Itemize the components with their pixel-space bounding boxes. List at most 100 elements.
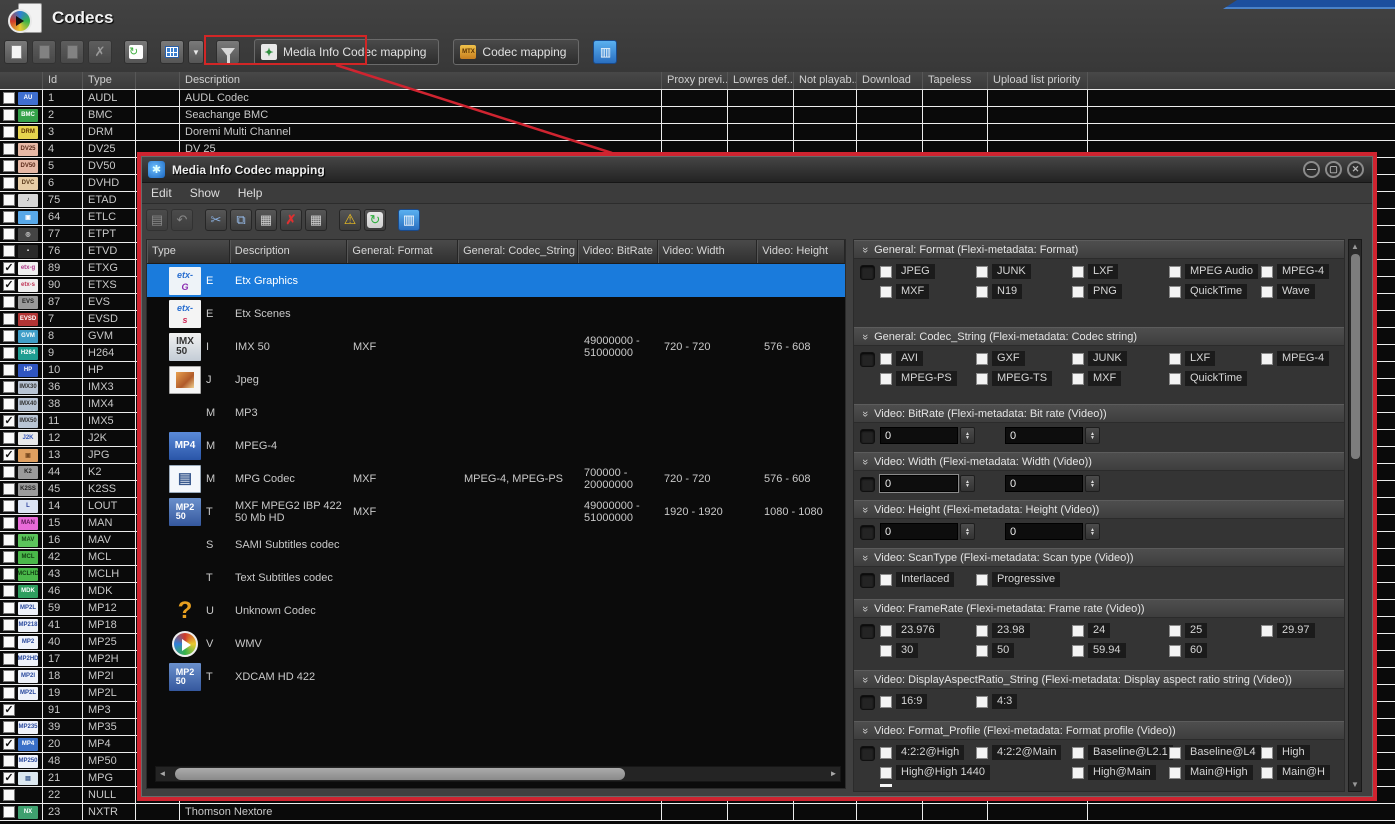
row-checkbox[interactable]: ✓ [3, 449, 15, 461]
option-checkbox[interactable] [880, 286, 892, 298]
group-checkbox[interactable] [860, 429, 875, 444]
spinner-up-down-icon[interactable]: ▲▼ [1085, 523, 1100, 540]
option-checkbox[interactable] [880, 373, 892, 385]
option-checkbox[interactable] [1072, 353, 1084, 365]
option-checkbox[interactable] [976, 373, 988, 385]
menu-show[interactable]: Show [181, 184, 229, 202]
spinner-up-down-icon[interactable]: ▲▼ [960, 475, 975, 492]
collapse-chevron-icon[interactable]: » [859, 246, 871, 252]
refresh-button[interactable]: ↻ [124, 40, 148, 64]
mapping-column-header[interactable]: Video: Height [757, 240, 845, 263]
table-row[interactable]: DRM3DRMDoremi Multi Channel [0, 124, 1395, 141]
row-checkbox[interactable] [3, 211, 15, 223]
collapse-chevron-icon[interactable]: » [859, 410, 871, 416]
column-header[interactable]: Tapeless [923, 72, 988, 89]
option-checkbox[interactable] [1169, 266, 1181, 278]
spinner-up-down-icon[interactable]: ▲▼ [960, 523, 975, 540]
option-checkbox[interactable] [976, 747, 988, 759]
option-checkbox[interactable] [976, 353, 988, 365]
undo-button[interactable]: ↶ [171, 209, 193, 231]
table-edit-button[interactable]: ▦ [305, 209, 327, 231]
column-header[interactable]: Id [43, 72, 83, 89]
row-checkbox[interactable] [3, 126, 15, 138]
group-checkbox[interactable] [860, 695, 875, 710]
column-header[interactable] [0, 72, 43, 89]
view-dropdown-button[interactable]: ▼ [188, 40, 204, 64]
row-checkbox[interactable] [3, 177, 15, 189]
range-max-input[interactable] [1005, 427, 1083, 444]
mapping-column-header[interactable]: Video: Width [658, 240, 758, 263]
column-header[interactable] [1088, 72, 1395, 89]
menu-edit[interactable]: Edit [142, 184, 181, 202]
collapse-chevron-icon[interactable]: » [859, 676, 871, 682]
column-header[interactable] [136, 72, 180, 89]
section-header[interactable]: »Video: BitRate (Flexi-metadata: Bit rat… [854, 404, 1344, 423]
mapping-table-row[interactable]: IMX50IIMX 50MXF49000000 - 51000000720 - … [147, 330, 845, 363]
option-checkbox[interactable] [1261, 266, 1273, 278]
row-checkbox[interactable] [3, 313, 15, 325]
option-checkbox[interactable] [1072, 373, 1084, 385]
scroll-left-arrow-icon[interactable]: ◄ [156, 767, 169, 781]
row-checkbox[interactable] [3, 330, 15, 342]
row-checkbox[interactable]: ✓ [3, 704, 15, 716]
row-checkbox[interactable] [3, 347, 15, 359]
option-checkbox[interactable] [976, 645, 988, 657]
collapse-chevron-icon[interactable]: » [859, 554, 871, 560]
vertical-scroll-thumb[interactable] [1351, 254, 1360, 459]
copy-button-dialog[interactable]: ⧉ [230, 209, 252, 231]
row-checkbox[interactable] [3, 143, 15, 155]
option-checkbox[interactable] [1169, 625, 1181, 637]
row-checkbox[interactable] [3, 789, 15, 801]
mapping-table-row[interactable]: MMP3 [147, 396, 845, 429]
delete-button[interactable]: ✗ [88, 40, 112, 64]
group-checkbox[interactable] [860, 477, 875, 492]
mapping-column-header[interactable]: General: Codec_String [458, 240, 578, 263]
range-max-input[interactable] [1005, 475, 1083, 492]
section-header[interactable]: »Video: FrameRate (Flexi-metadata: Frame… [854, 599, 1344, 618]
option-checkbox[interactable] [1072, 645, 1084, 657]
grid-view-button[interactable] [160, 40, 184, 64]
mapping-table-row[interactable]: VWMV [147, 627, 845, 660]
row-checkbox[interactable] [3, 534, 15, 546]
horizontal-scroll-thumb[interactable] [175, 768, 625, 780]
option-checkbox[interactable] [880, 645, 892, 657]
mapping-table-row[interactable]: JJpeg [147, 363, 845, 396]
row-checkbox[interactable] [3, 92, 15, 104]
mapping-table-row[interactable]: TText Subtitles codec [147, 561, 845, 594]
collapse-chevron-icon[interactable]: » [859, 727, 871, 733]
scroll-down-arrow-icon[interactable]: ▼ [1349, 780, 1361, 789]
row-checkbox[interactable] [3, 670, 15, 682]
column-header[interactable]: Download [857, 72, 923, 89]
film-id-button[interactable]: ▥ [593, 40, 617, 64]
spinner-up-down-icon[interactable]: ▲▼ [1085, 475, 1100, 492]
scroll-right-arrow-icon[interactable]: ► [827, 767, 840, 781]
column-header[interactable]: Proxy previ... [662, 72, 728, 89]
cut-button[interactable]: ✂ [205, 209, 227, 231]
row-checkbox[interactable]: ✓ [3, 279, 15, 291]
column-header[interactable]: Type [83, 72, 136, 89]
mapping-table-row[interactable]: MP250TXDCAM HD 422 [147, 660, 845, 693]
option-checkbox[interactable] [1072, 266, 1084, 278]
group-checkbox[interactable] [860, 525, 875, 540]
option-checkbox[interactable] [1261, 747, 1273, 759]
collapse-chevron-icon[interactable]: » [859, 605, 871, 611]
section-header[interactable]: »Video: Height (Flexi-metadata: Height (… [854, 500, 1344, 519]
row-checkbox[interactable]: ✓ [3, 262, 15, 274]
option-checkbox[interactable] [1169, 747, 1181, 759]
row-checkbox[interactable] [3, 109, 15, 121]
section-header[interactable]: »General: Format (Flexi-metadata: Format… [854, 240, 1344, 259]
copy-button[interactable] [60, 40, 84, 64]
row-checkbox[interactable] [3, 245, 15, 257]
range-min-input[interactable] [880, 427, 958, 444]
mapping-column-header[interactable]: Type [147, 240, 230, 263]
option-checkbox[interactable] [1261, 286, 1273, 298]
maximize-button[interactable]: ▢ [1325, 161, 1342, 178]
option-checkbox[interactable] [880, 696, 892, 708]
menu-help[interactable]: Help [229, 184, 272, 202]
option-checkbox[interactable] [880, 747, 892, 759]
mapping-column-header[interactable]: General: Format [347, 240, 458, 263]
row-checkbox[interactable]: ✓ [3, 738, 15, 750]
option-checkbox[interactable] [880, 767, 892, 779]
warning-button[interactable]: ⚠ [339, 209, 361, 231]
row-checkbox[interactable] [3, 500, 15, 512]
